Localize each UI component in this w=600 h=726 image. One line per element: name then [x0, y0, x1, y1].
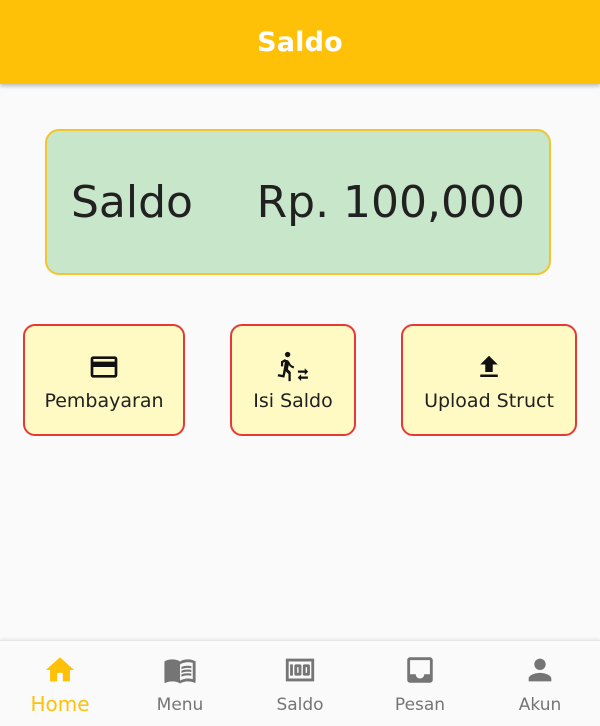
balance-label: Saldo [71, 176, 193, 228]
pembayaran-button[interactable]: Pembayaran [23, 324, 185, 436]
upload-struct-button[interactable]: Upload Struct [401, 324, 577, 436]
nav-saldo[interactable]: Saldo [240, 641, 360, 726]
balance-card: Saldo Rp. 100,000 [45, 129, 551, 275]
menu-book-icon [163, 653, 197, 687]
inbox-icon [403, 653, 437, 687]
page-title: Saldo [257, 26, 343, 58]
nav-home-label: Home [30, 692, 90, 716]
home-icon [43, 653, 77, 687]
bottom-navigation: Home Menu Saldo Pesan Akun [0, 640, 600, 726]
nav-pesan[interactable]: Pesan [360, 641, 480, 726]
isi-saldo-button[interactable]: Isi Saldo [230, 324, 356, 436]
nav-pesan-label: Pesan [394, 695, 446, 715]
upload-struct-label: Upload Struct [424, 390, 554, 412]
nav-saldo-label: Saldo [276, 695, 324, 715]
person-icon [523, 653, 557, 687]
transfer-walk-icon [276, 350, 310, 384]
app-bar: Saldo [0, 0, 600, 84]
upload-icon [472, 350, 506, 384]
money-100-icon [283, 653, 317, 687]
nav-menu[interactable]: Menu [120, 641, 240, 726]
nav-akun[interactable]: Akun [480, 641, 600, 726]
nav-home[interactable]: Home [0, 641, 120, 726]
pembayaran-label: Pembayaran [44, 390, 164, 412]
nav-menu-label: Menu [156, 695, 204, 715]
credit-card-icon [87, 350, 121, 384]
nav-akun-label: Akun [518, 695, 562, 715]
isi-saldo-label: Isi Saldo [253, 390, 333, 412]
balance-amount: Rp. 100,000 [256, 176, 525, 228]
